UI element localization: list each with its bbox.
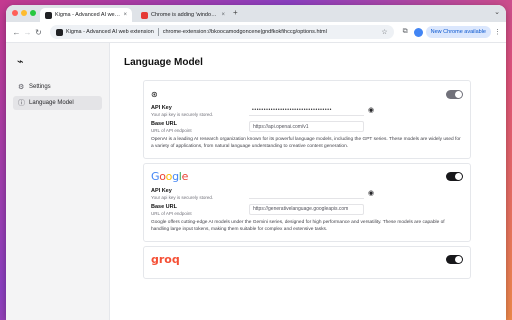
tab-strip: Kigma - Advanced AI web e × Chrome is ad… xyxy=(6,5,506,22)
field-label: API Key xyxy=(151,187,172,194)
api-key-input[interactable] xyxy=(249,187,364,199)
tab-title: Chrome is adding 'window.ai' xyxy=(151,12,219,18)
field-hint: Your api key is securely stored. xyxy=(151,112,214,117)
base-url-input[interactable]: https://api.openai.com/v1 xyxy=(249,121,364,132)
new-tab-button[interactable]: + xyxy=(233,8,238,17)
sidebar-item-label: Settings xyxy=(29,84,51,90)
toggle-knob xyxy=(455,90,462,98)
field-label: API Key xyxy=(151,105,172,111)
reload-icon[interactable]: ↻ xyxy=(33,28,44,37)
kigma-favicon-icon xyxy=(56,28,63,36)
kigma-favicon-icon xyxy=(45,11,52,19)
browser-toolbar: ← → ↻ Kigma - Advanced AI web extension … xyxy=(6,22,506,43)
url-text[interactable]: chrome-extension://bkoocamodgoncene|gndf… xyxy=(163,29,327,35)
tab-close-icon[interactable]: × xyxy=(123,12,127,18)
minimize-window-button[interactable] xyxy=(21,10,27,16)
window-controls xyxy=(12,10,36,16)
bookmark-star-icon[interactable]: ☆ xyxy=(381,28,387,36)
site-favicon-icon xyxy=(141,11,148,19)
google-logo: Google xyxy=(151,170,189,184)
address-bar[interactable]: Kigma - Advanced AI web extension chrome… xyxy=(50,25,394,39)
openai-logo-icon: ⊛ xyxy=(151,89,158,99)
sidebar-item-settings[interactable]: ⚙ Settings xyxy=(13,80,102,94)
tab-chrome-blog[interactable]: Chrome is adding 'window.ai' × xyxy=(136,8,230,22)
provider-card-openai: ⊛ API Key Your api key is securely store… xyxy=(143,80,471,159)
options-page: ⌁ ⚙ Settings ⓘ Language Model Language M… xyxy=(6,43,506,320)
base-url-input[interactable]: https://generativelanguage.googleapis.co… xyxy=(249,203,364,215)
field-label: Base URL xyxy=(151,121,177,127)
browser-window: Kigma - Advanced AI web e × Chrome is ad… xyxy=(6,5,506,320)
omnibox-divider xyxy=(157,28,159,36)
tab-close-icon[interactable]: × xyxy=(221,12,225,18)
profile-avatar[interactable] xyxy=(413,27,423,37)
sidebar: ⌁ ⚙ Settings ⓘ Language Model xyxy=(6,43,110,320)
close-window-button[interactable] xyxy=(12,10,18,16)
gear-icon: ⚙ xyxy=(18,83,25,91)
new-chrome-available-button[interactable]: New Chrome available xyxy=(425,26,491,38)
tab-title: Kigma - Advanced AI web e xyxy=(55,12,121,18)
sidebar-item-language-model[interactable]: ⓘ Language Model xyxy=(13,96,102,110)
api-key-input[interactable]: •••••••••••••••••••••••••••••••••• xyxy=(249,105,364,116)
tab-search-chevron-icon[interactable]: ⌄ xyxy=(494,8,500,16)
toggle-knob xyxy=(455,256,462,264)
show-password-eye-icon[interactable]: ◉ xyxy=(368,188,374,199)
chrome-menu-icon[interactable]: ⋮ xyxy=(494,28,501,36)
field-hint: URL of API endpoint xyxy=(151,128,192,133)
forward-arrow-icon[interactable]: → xyxy=(22,28,33,37)
provider-enable-toggle[interactable] xyxy=(446,172,463,182)
provider-enable-toggle[interactable] xyxy=(446,89,463,99)
back-arrow-icon[interactable]: ← xyxy=(11,28,22,37)
page-title: Language Model xyxy=(124,57,203,68)
provider-card-google: Google API Key Your api key is securely … xyxy=(143,162,471,242)
provider-enable-toggle[interactable] xyxy=(446,255,463,265)
maximize-window-button[interactable] xyxy=(30,10,36,16)
app-logo-icon: ⌁ xyxy=(17,56,24,68)
sidebar-item-label: Language Model xyxy=(29,100,74,106)
extensions-icon[interactable]: ⧉ xyxy=(403,28,408,36)
show-password-eye-icon[interactable]: ◉ xyxy=(368,105,374,116)
provider-description: Google offers cutting-edge AI models und… xyxy=(151,219,445,232)
provider-card-groq: groq xyxy=(143,245,471,279)
site-name: Kigma - Advanced AI web extension xyxy=(66,29,154,35)
provider-description: OpenAI is a leading AI research organiza… xyxy=(151,137,461,149)
field-hint: URL of API endpoint xyxy=(151,210,192,216)
main-content: Language Model ⊛ API Key Your api key is… xyxy=(110,43,506,320)
field-label: Base URL xyxy=(151,203,177,210)
toggle-knob xyxy=(455,173,462,181)
field-hint: Your api key is securely stored. xyxy=(151,194,214,200)
groq-logo: groq xyxy=(151,253,180,267)
info-icon: ⓘ xyxy=(18,99,25,107)
tab-kigma[interactable]: Kigma - Advanced AI web e × xyxy=(40,8,132,22)
